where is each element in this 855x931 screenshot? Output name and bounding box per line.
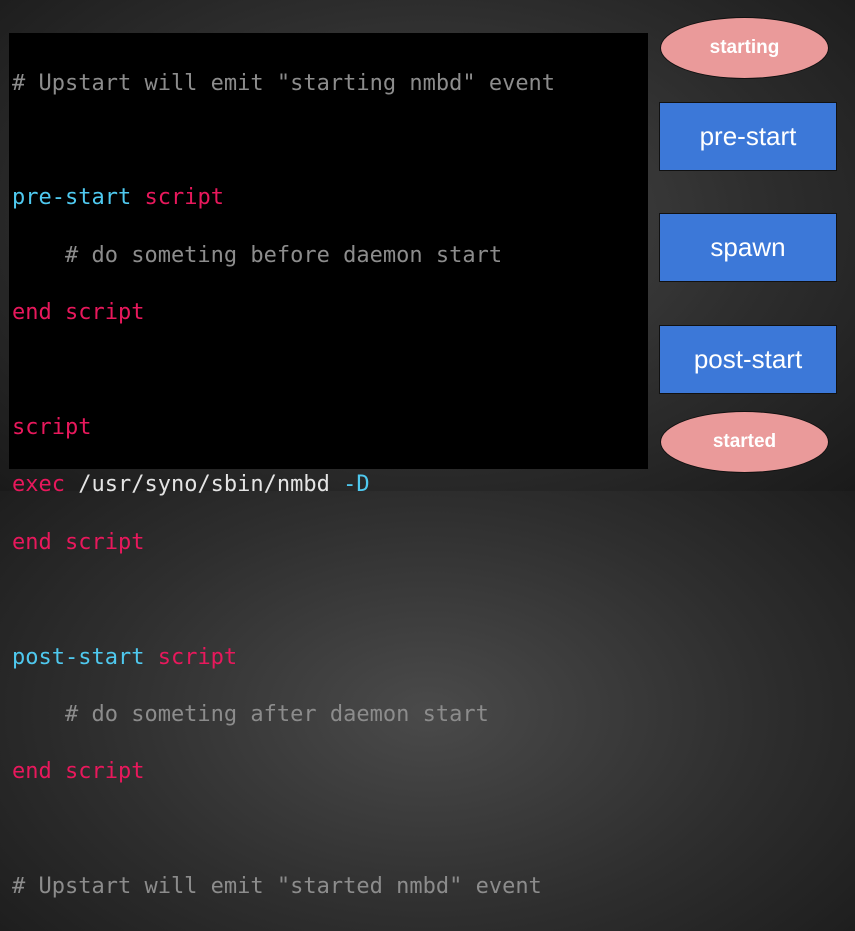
code-line: pre-start script	[12, 184, 648, 213]
binary-path: /usr/syno/sbin/nmbd	[78, 472, 330, 498]
comment-text: # Upstart will emit "started nmbd" event	[12, 874, 542, 900]
post-start-stage-box: post-start	[659, 325, 837, 394]
script-keyword: script	[65, 529, 145, 555]
comment-text: # Upstart will emit "starting nmbd" even…	[12, 70, 556, 96]
code-line: end script	[12, 758, 648, 787]
spawn-stage-box: spawn	[659, 213, 837, 282]
started-label: started	[712, 431, 777, 452]
pre-start-keyword: pre-start	[12, 185, 132, 211]
end-keyword: end	[12, 300, 52, 326]
flag-text: -D	[343, 472, 370, 498]
starting-label: starting	[709, 37, 780, 58]
code-line: end script	[12, 299, 648, 328]
started-event-ellipse: started	[660, 411, 829, 473]
script-keyword: script	[65, 300, 145, 326]
starting-event-ellipse: starting	[660, 17, 829, 79]
code-block: # Upstart will emit "starting nmbd" even…	[9, 33, 648, 899]
spawn-label: spawn	[710, 232, 786, 262]
pre-start-label: pre-start	[699, 121, 797, 151]
post-start-label: post-start	[693, 344, 803, 374]
script-keyword: script	[144, 185, 224, 211]
code-line: # do someting before daemon start	[12, 242, 648, 271]
comment-text: # do someting after daemon start	[12, 702, 489, 727]
code-line: # do someting after daemon start	[12, 701, 648, 730]
end-keyword: end	[12, 529, 52, 555]
code-line: script	[12, 414, 648, 443]
comment-text: # do someting before daemon start	[12, 242, 503, 268]
post-start-keyword: post-start	[12, 644, 145, 670]
code-line: exec /usr/syno/sbin/nmbd -D	[12, 471, 648, 500]
pre-start-stage-box: pre-start	[659, 102, 837, 171]
end-keyword: end	[12, 759, 52, 785]
code-line: # Upstart will emit "started nmbd" event	[12, 873, 648, 902]
script-keyword: script	[65, 759, 145, 785]
script-keyword: script	[12, 415, 92, 441]
script-keyword: script	[157, 644, 238, 670]
code-line: end script	[12, 529, 648, 558]
code-line: # Upstart will emit "starting nmbd" even…	[12, 70, 648, 99]
exec-keyword: exec	[12, 472, 65, 498]
code-line: post-start script	[12, 644, 648, 673]
